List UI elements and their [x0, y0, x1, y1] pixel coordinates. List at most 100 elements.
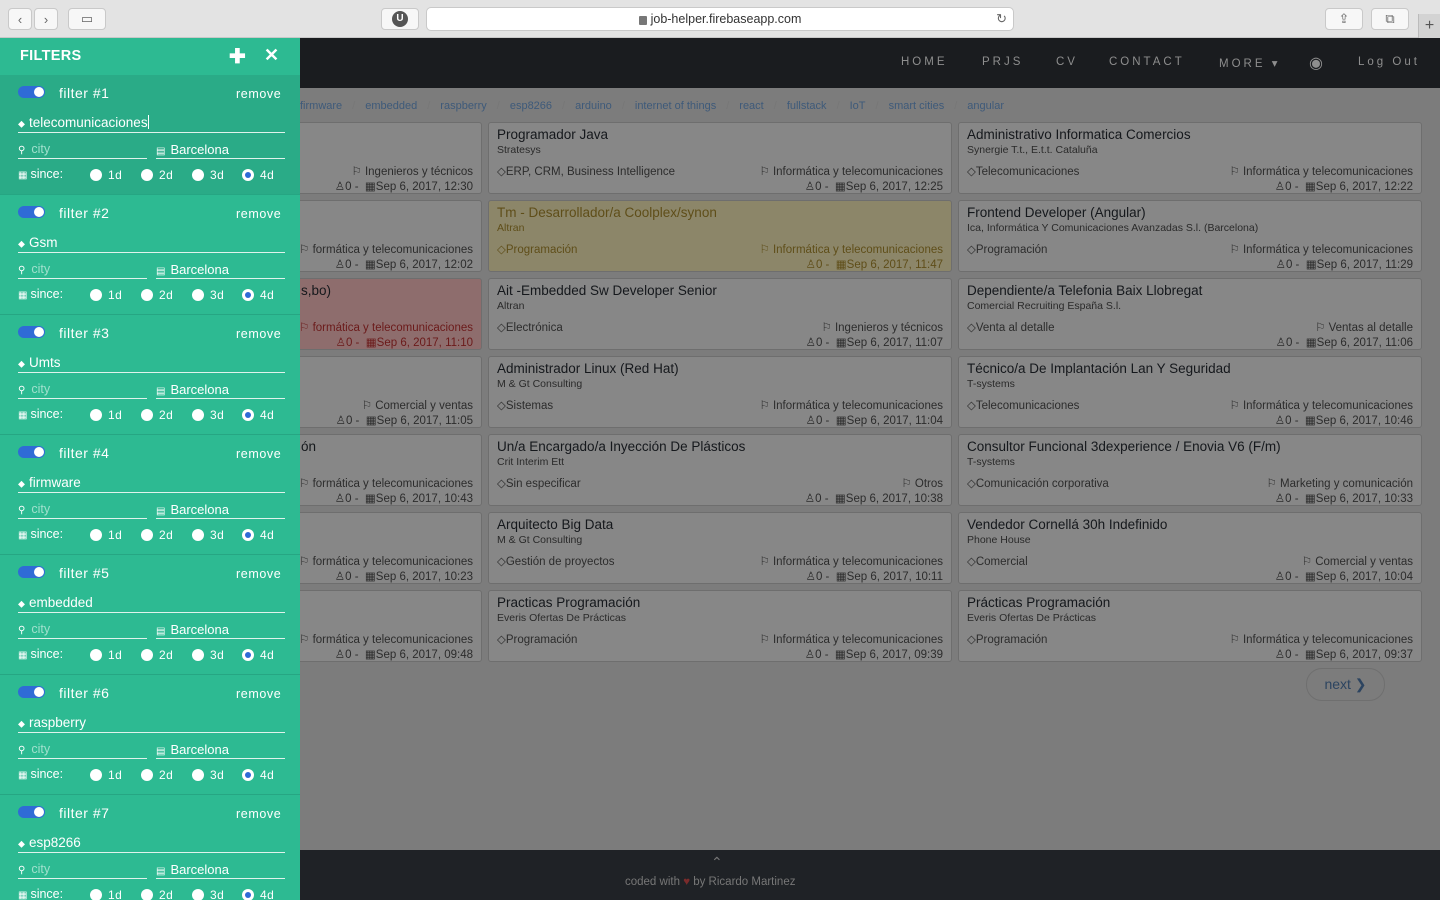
nav-cv[interactable]: CV	[1056, 56, 1078, 68]
job-card[interactable]: Frontend Developer (Angular) Ica, Informá…	[958, 200, 1422, 272]
since-radio-1d[interactable]: 1d	[90, 408, 122, 422]
radio-dot[interactable]	[90, 769, 102, 781]
filter-enable-toggle[interactable]	[18, 686, 45, 698]
back-button[interactable]: ‹	[8, 8, 32, 30]
job-title[interactable]: s,bo)	[301, 283, 331, 298]
since-radio-3d[interactable]: 3d	[192, 528, 224, 542]
job-card[interactable]: Ait -Embedded Sw Developer Senior Altran ◇…	[488, 278, 952, 350]
filter-enable-toggle[interactable]	[18, 326, 45, 338]
address-bar[interactable]: job-helper.firebaseapp.com ↻	[426, 7, 1014, 31]
keyword-input[interactable]: ⬥ Umts	[18, 355, 285, 373]
since-radio-2d[interactable]: 2d	[141, 408, 173, 422]
since-radio-4d[interactable]: 4d	[242, 768, 274, 782]
since-radio-1d[interactable]: 1d	[90, 888, 122, 900]
scroll-top-icon[interactable]: ⌃	[711, 854, 723, 871]
filter-enable-toggle[interactable]	[18, 566, 45, 578]
since-radio-4d[interactable]: 4d	[242, 168, 274, 182]
radio-dot[interactable]	[192, 769, 204, 781]
city-input[interactable]: ⚲ city	[18, 742, 147, 759]
filter-enable-toggle[interactable]	[18, 86, 45, 98]
radio-dot[interactable]	[141, 289, 153, 301]
job-card[interactable]: Arquitecto Big Data M & Gt Consulting ◇Ges…	[488, 512, 952, 584]
job-title[interactable]: Administrador Linux (Red Hat)	[497, 361, 943, 376]
since-radio-3d[interactable]: 3d	[192, 408, 224, 422]
job-card[interactable]: Vendedor Cornellá 30h Indefinido Phone Ho…	[958, 512, 1422, 584]
region-input[interactable]: ▤ Barcelona	[156, 622, 285, 639]
since-radio-3d[interactable]: 3d	[192, 168, 224, 182]
since-radio-3d[interactable]: 3d	[192, 648, 224, 662]
job-title[interactable]: Prácticas Programación	[967, 595, 1413, 610]
tag-link[interactable]: raspberry	[440, 100, 486, 112]
region-input[interactable]: ▤ Barcelona	[156, 862, 285, 879]
since-radio-3d[interactable]: 3d	[192, 768, 224, 782]
radio-dot[interactable]	[141, 769, 153, 781]
city-input[interactable]: ⚲ city	[18, 262, 147, 279]
radio-dot[interactable]	[90, 529, 102, 541]
remove-filter-button[interactable]: remove	[236, 207, 281, 221]
since-radio-4d[interactable]: 4d	[242, 408, 274, 422]
radio-dot[interactable]	[242, 889, 254, 900]
radio-dot[interactable]	[242, 649, 254, 661]
share-button[interactable]: ⇪	[1325, 8, 1363, 30]
filter-enable-toggle[interactable]	[18, 206, 45, 218]
since-radio-1d[interactable]: 1d	[90, 528, 122, 542]
job-card[interactable]: Dependiente/a Telefonia Baix Llobregat Co…	[958, 278, 1422, 350]
job-card[interactable]: Prácticas Programación Everis Ofertas De …	[958, 590, 1422, 662]
job-card[interactable]: Un/a Encargado/a Inyección De Plásticos C…	[488, 434, 952, 506]
job-title[interactable]: Tm - Desarrollador/a Coolplex/synon	[497, 205, 943, 220]
city-input[interactable]: ⚲ city	[18, 142, 147, 159]
job-card[interactable]: Practicas Programación Everis Ofertas De …	[488, 590, 952, 662]
job-title[interactable]: Ait -Embedded Sw Developer Senior	[497, 283, 943, 298]
since-radio-1d[interactable]: 1d	[90, 768, 122, 782]
job-card[interactable]: Tm - Desarrollador/a Coolplex/synon Altra…	[488, 200, 952, 272]
region-input[interactable]: ▤ Barcelona	[156, 742, 285, 759]
filter-enable-toggle[interactable]	[18, 446, 45, 458]
region-input[interactable]: ▤ Barcelona	[156, 382, 285, 399]
close-sidebar-icon[interactable]: ✕	[264, 45, 279, 66]
since-radio-2d[interactable]: 2d	[141, 168, 173, 182]
since-radio-3d[interactable]: 3d	[192, 288, 224, 302]
job-card[interactable]: Administrativo Informatica Comercios Syne…	[958, 122, 1422, 194]
city-input[interactable]: ⚲ city	[18, 862, 147, 879]
job-title[interactable]: Dependiente/a Telefonia Baix Llobregat	[967, 283, 1413, 298]
next-page-button[interactable]: next ❯	[1306, 668, 1385, 701]
tabs-button[interactable]: ⧉	[1371, 8, 1409, 30]
job-title[interactable]: Arquitecto Big Data	[497, 517, 943, 532]
since-radio-1d[interactable]: 1d	[90, 288, 122, 302]
since-radio-4d[interactable]: 4d	[242, 288, 274, 302]
since-radio-2d[interactable]: 2d	[141, 648, 173, 662]
sidebar-toggle-button[interactable]: ▭	[68, 8, 106, 30]
radio-dot[interactable]	[90, 409, 102, 421]
extension-button[interactable]: U	[381, 8, 419, 30]
nav-contact[interactable]: CONTACT	[1109, 56, 1185, 68]
radio-dot[interactable]	[90, 289, 102, 301]
radio-dot[interactable]	[242, 409, 254, 421]
radio-dot[interactable]	[192, 649, 204, 661]
keyword-input[interactable]: ⬥ raspberry	[18, 715, 285, 733]
region-input[interactable]: ▤ Barcelona	[156, 502, 285, 519]
job-title[interactable]: Vendedor Cornellá 30h Indefinido	[967, 517, 1413, 532]
remove-filter-button[interactable]: remove	[236, 327, 281, 341]
radio-dot[interactable]	[141, 169, 153, 181]
tag-link[interactable]: smart cities	[889, 100, 945, 112]
since-radio-1d[interactable]: 1d	[90, 648, 122, 662]
region-input[interactable]: ▤ Barcelona	[156, 142, 285, 159]
radio-dot[interactable]	[141, 409, 153, 421]
tag-link[interactable]: fullstack	[787, 100, 827, 112]
since-radio-4d[interactable]: 4d	[242, 528, 274, 542]
job-title[interactable]: Técnico/a De Implantación Lan Y Segurida…	[967, 361, 1413, 376]
forward-button[interactable]: ›	[34, 8, 58, 30]
city-input[interactable]: ⚲ city	[18, 502, 147, 519]
remove-filter-button[interactable]: remove	[236, 807, 281, 821]
remove-filter-button[interactable]: remove	[236, 687, 281, 701]
nav-prjs[interactable]: PRJS	[982, 56, 1023, 68]
tag-link[interactable]: IoT	[850, 100, 866, 112]
job-title[interactable]: Consultor Funcional 3dexperience / Enovi…	[967, 439, 1413, 454]
tag-link[interactable]: angular	[967, 100, 1004, 112]
radio-dot[interactable]	[141, 649, 153, 661]
tag-link[interactable]: esp8266	[510, 100, 552, 112]
remove-filter-button[interactable]: remove	[236, 447, 281, 461]
region-input[interactable]: ▤ Barcelona	[156, 262, 285, 279]
job-card[interactable]: Técnico/a De Implantación Lan Y Segurida…	[958, 356, 1422, 428]
tag-link[interactable]: internet of things	[635, 100, 716, 112]
